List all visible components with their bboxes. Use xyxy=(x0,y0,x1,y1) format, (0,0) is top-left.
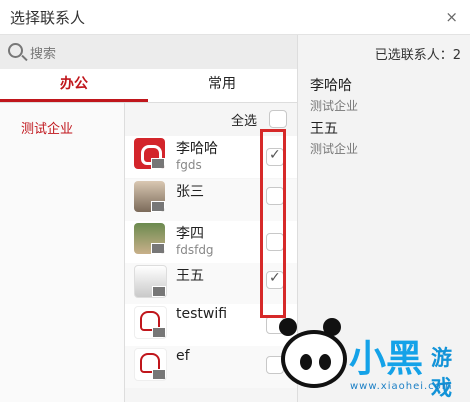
contact-subtitle: fgds xyxy=(176,158,202,172)
avatar-icon xyxy=(134,223,165,254)
contact-tabs: 办公 常用 xyxy=(0,69,297,103)
selected-item[interactable]: 李哈哈 测试企业 xyxy=(310,75,358,114)
select-all-checkbox[interactable] xyxy=(269,110,287,128)
close-icon[interactable]: × xyxy=(445,8,458,26)
company-item[interactable]: 测试企业 xyxy=(21,118,73,137)
watermark-url: www.xiaohei.com xyxy=(350,381,453,392)
avatar-icon xyxy=(134,265,167,298)
site-watermark: 小黑 游戏 www.xiaohei.com xyxy=(279,318,468,400)
panda-icon xyxy=(281,330,347,388)
avatar-icon xyxy=(134,138,165,169)
panda-ear-icon xyxy=(279,318,297,336)
selected-company: 测试企业 xyxy=(310,99,359,113)
select-all-label: 全选 xyxy=(230,114,257,129)
contact-name: ef xyxy=(176,348,190,364)
contact-name: 张三 xyxy=(176,184,204,200)
selected-company: 测试企业 xyxy=(310,142,359,156)
contact-name: testwifi xyxy=(176,306,228,322)
watermark-small-logo: 游戏 xyxy=(431,346,452,400)
selected-name: 李哈哈 xyxy=(310,78,352,94)
window-title: 选择联系人 xyxy=(10,9,86,27)
contact-name: 李四 xyxy=(176,226,204,242)
contact-name: 王五 xyxy=(176,268,204,284)
highlight-box xyxy=(260,129,286,318)
selected-count: 已选联系人：2 xyxy=(374,48,461,63)
tab-office[interactable]: 办公 xyxy=(0,69,148,102)
select-all-row: 全选 xyxy=(197,108,287,130)
company-list: 测试企业 xyxy=(0,103,125,402)
watermark-logo: 小黑 xyxy=(349,337,423,380)
avatar-icon xyxy=(134,348,167,381)
contact-subtitle: fdsfdg xyxy=(176,243,214,257)
selected-item[interactable]: 王五 测试企业 xyxy=(310,118,358,157)
search-bar xyxy=(0,35,297,69)
avatar-icon xyxy=(134,181,165,212)
search-input[interactable] xyxy=(28,42,292,64)
avatar-icon xyxy=(134,306,167,339)
panda-eye-icon xyxy=(300,354,312,370)
contact-name: 李哈哈 xyxy=(176,141,218,157)
tab-common[interactable]: 常用 xyxy=(148,69,296,99)
search-icon xyxy=(8,43,23,58)
selected-name: 王五 xyxy=(310,121,338,137)
selected-header: 已选联系人：2 xyxy=(297,35,470,69)
title-bar: 选择联系人 × xyxy=(0,0,470,35)
contact-row[interactable]: ef xyxy=(125,346,297,388)
panda-eye-icon xyxy=(319,354,331,370)
